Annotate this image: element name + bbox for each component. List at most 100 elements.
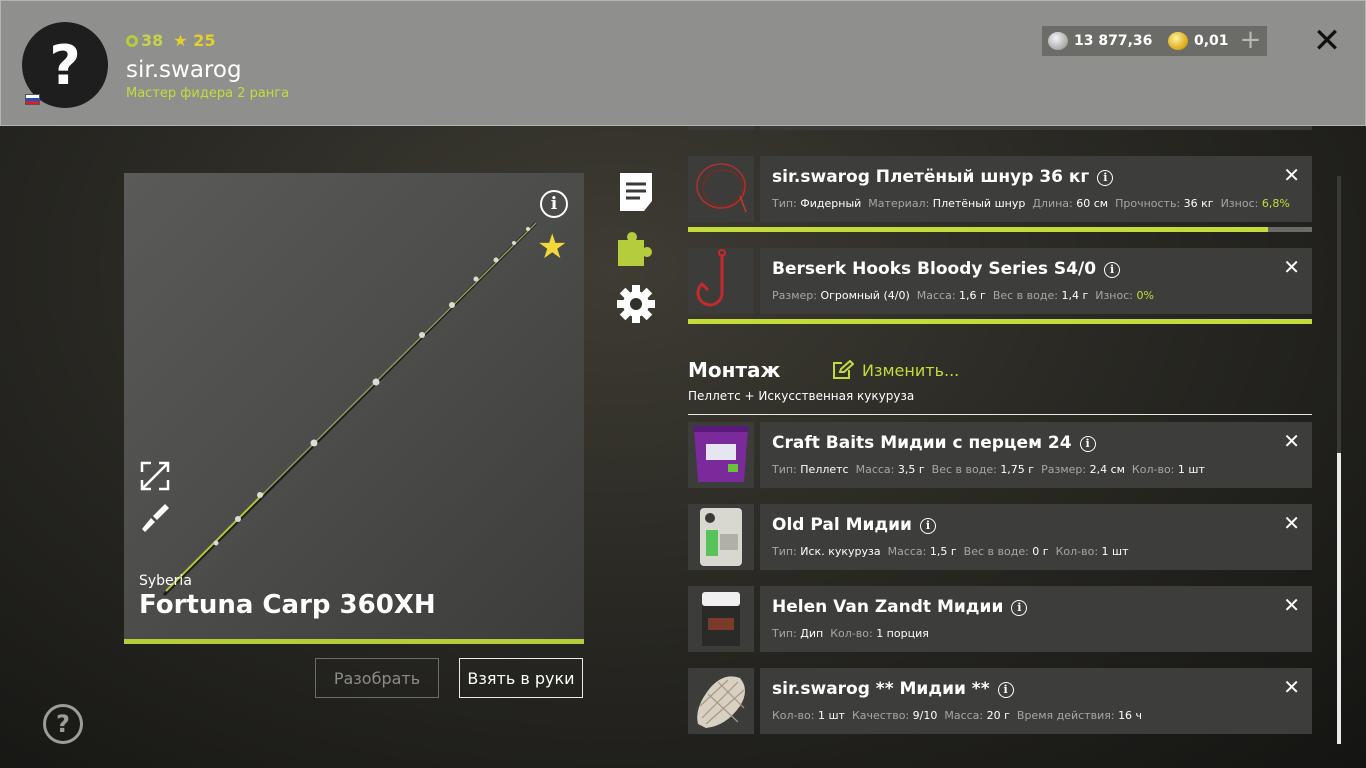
prop-value: 1,5 г [929, 545, 957, 558]
wear-value: 0% [1136, 289, 1154, 302]
prop-label: Износ: [1220, 197, 1259, 210]
corn-props: Тип: Иск. кукуруза Масса: 1,5 г Вес в во… [772, 545, 1129, 558]
pellets-info-icon[interactable]: i [1079, 436, 1096, 452]
partial-list-item [688, 126, 1312, 130]
line-props: Тип: Фидерный Материал: Плетёный шнур Дл… [772, 197, 1290, 210]
disassemble-button[interactable]: Разобрать [315, 658, 439, 698]
prop-value: 0 г [1032, 545, 1049, 558]
section-divider [688, 414, 1312, 415]
dip-title: Helen Van Zandt Мидии [772, 597, 1004, 617]
feed-thumbnail [688, 668, 754, 734]
prop-value: 1,6 г [959, 289, 986, 302]
dip-card[interactable]: Helen Van Zandt Мидии i Тип: Дип Кол-во: … [760, 586, 1312, 652]
paint-brush-icon[interactable] [140, 503, 170, 533]
hook-thumbnail [688, 248, 754, 314]
prop-label: Время действия: [1016, 709, 1115, 722]
russia-flag-icon [25, 94, 40, 105]
close-button[interactable]: ✕ [1311, 23, 1343, 59]
bait-bucket-icon [694, 426, 748, 482]
list-item-dip[interactable]: Helen Van Zandt Мидии i Тип: Дип Кол-во: … [688, 586, 1312, 652]
remove-line-button[interactable]: ✕ [1283, 163, 1300, 187]
expand-icon[interactable] [140, 461, 170, 491]
prop-label: Масса: [855, 463, 895, 476]
help-icon[interactable]: ? [43, 704, 83, 744]
prop-value: Фидерный [800, 197, 862, 210]
prop-label: Масса: [916, 289, 956, 302]
prop-value: 1,4 г [1061, 289, 1089, 302]
line-card[interactable]: sir.swarog Плетёный шнур 36 кг i Тип: Фид… [760, 156, 1312, 222]
pellets-thumbnail [688, 422, 754, 488]
description-tab-icon[interactable] [616, 172, 656, 212]
star-icon: ★ [173, 31, 188, 50]
prop-label: Вес в воде: [931, 463, 997, 476]
wear-value: 6,8% [1261, 197, 1290, 210]
prop-value: 1 шт [1177, 463, 1205, 476]
remove-corn-button[interactable]: ✕ [1283, 511, 1300, 535]
favorite-star-icon[interactable]: ★ [537, 229, 567, 265]
prop-label: Тип: [772, 545, 797, 558]
silver-value: 13 877,36 [1074, 33, 1153, 49]
dip-thumbnail [688, 586, 754, 652]
prop-label: Тип: [772, 197, 797, 210]
prop-label: Тип: [772, 627, 797, 640]
tackle-list: sir.swarog Плетёный шнур 36 кг i Тип: Фид… [688, 126, 1312, 766]
remove-feed-button[interactable]: ✕ [1283, 675, 1300, 699]
rod-info-button[interactable]: i [540, 190, 568, 218]
prop-value: 16 ч [1118, 709, 1143, 722]
prop-label: Вес в воде: [963, 545, 1029, 558]
prop-value: Плетёный шнур [932, 197, 1026, 210]
prop-value: 1 шт [817, 709, 845, 722]
corn-info-icon[interactable]: i [919, 518, 936, 534]
level-ring-icon [126, 35, 138, 47]
hook-wear-fill [688, 319, 1312, 324]
edit-rig-label: Изменить... [862, 360, 960, 380]
buy-currency-button[interactable]: + [1234, 26, 1267, 56]
list-item-bait-corn[interactable]: Old Pal Мидии i Тип: Иск. кукуруза Масса:… [688, 504, 1312, 570]
remove-dip-button[interactable]: ✕ [1283, 593, 1300, 617]
level-value: 38 [141, 31, 164, 50]
remove-pellets-button[interactable]: ✕ [1283, 429, 1300, 453]
prop-label: Кол-во: [830, 627, 873, 640]
dip-props: Тип: Дип Кол-во: 1 порция [772, 627, 929, 640]
rig-subtitle: Пеллетс + Искусственная кукуруза [688, 389, 915, 403]
rank-stars-badge: ★ 25 [173, 31, 215, 50]
stars-value: 25 [193, 31, 216, 50]
hook-card[interactable]: Berserk Hooks Bloody Series S4/0 i Размер… [760, 248, 1312, 314]
equipment-puzzle-tab-icon[interactable] [616, 228, 656, 268]
prop-value: 3,5 г [897, 463, 925, 476]
corn-card[interactable]: Old Pal Мидии i Тип: Иск. кукуруза Масса:… [760, 504, 1312, 570]
line-wear-fill [688, 227, 1269, 232]
pellets-title: Craft Baits Мидии с перцем 24 [772, 433, 1072, 453]
prop-value: 9/10 [912, 709, 938, 722]
list-item-hook[interactable]: Berserk Hooks Bloody Series S4/0 i Размер… [688, 248, 1312, 314]
line-wear-bar [688, 227, 1312, 232]
feed-card[interactable]: sir.swarog ** Мидии ** i Кол-во: 1 шт Кач… [760, 668, 1312, 734]
prop-label: Материал: [868, 197, 930, 210]
list-item-feed[interactable]: sir.swarog ** Мидии ** i Кол-во: 1 шт Кач… [688, 668, 1312, 734]
list-item-line[interactable]: sir.swarog Плетёный шнур 36 кг i Тип: Фид… [688, 156, 1312, 222]
scrollbar-thumb[interactable] [1337, 453, 1341, 744]
prop-label: Масса: [944, 709, 984, 722]
line-info-icon[interactable]: i [1097, 170, 1114, 186]
take-in-hands-button[interactable]: Взять в руки [459, 658, 583, 698]
hook-wear-bar [688, 319, 1312, 324]
feed-info-icon[interactable]: i [997, 682, 1014, 698]
dip-info-icon[interactable]: i [1011, 600, 1028, 616]
remove-hook-button[interactable]: ✕ [1283, 255, 1300, 279]
hook-info-icon[interactable]: i [1104, 262, 1121, 278]
prop-value: Иск. кукуруза [800, 545, 881, 558]
player-stats: 38 ★ 25 [126, 31, 215, 50]
prop-label: Износ: [1095, 289, 1133, 302]
prop-label: Масса: [887, 545, 927, 558]
braided-line-icon [696, 163, 747, 213]
rod-image [162, 221, 538, 597]
prop-label: Кол-во: [1131, 463, 1175, 476]
silver-coins-icon [1048, 32, 1068, 50]
list-item-bait-pellets[interactable]: Craft Baits Мидии с перцем 24 i Тип: Пелл… [688, 422, 1312, 488]
edit-rig-link[interactable]: Изменить... [832, 360, 959, 380]
pellets-card[interactable]: Craft Baits Мидии с перцем 24 i Тип: Пелл… [760, 422, 1312, 488]
settings-gear-tab-icon[interactable] [616, 284, 656, 324]
feed-props: Кол-во: 1 шт Качество: 9/10 Масса: 20 г … [772, 709, 1142, 722]
prop-value: 60 см [1076, 197, 1109, 210]
corn-thumbnail [688, 504, 754, 570]
